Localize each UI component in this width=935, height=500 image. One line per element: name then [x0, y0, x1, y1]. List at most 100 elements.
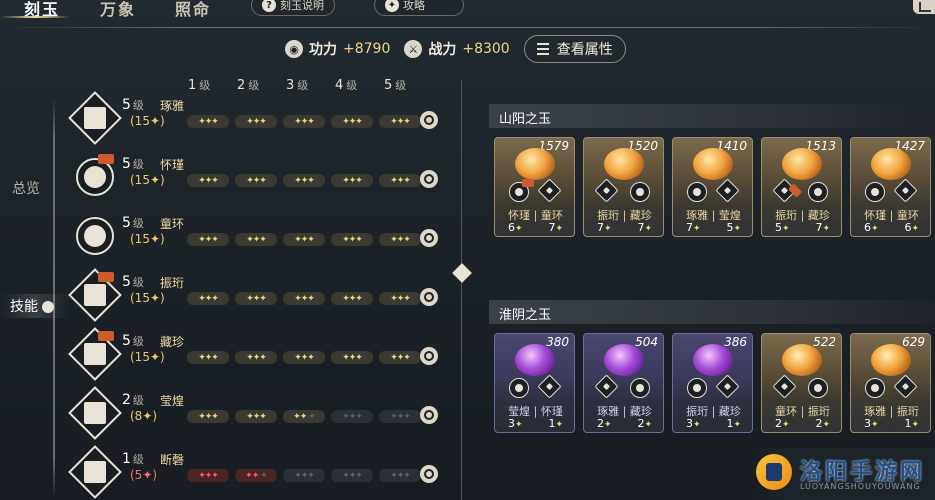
skill-mini-icon — [893, 178, 918, 203]
guide-button[interactable]: ✦ 攻略 — [374, 0, 464, 16]
star-group: ✦✦✦ — [331, 469, 373, 482]
skill-row[interactable]: 1级 断磬 (5✦) ✦✦✦ ✦✦ ✦ ✦✦✦ ✦✦✦ ✦✦✦ — [68, 445, 452, 499]
skill-icon[interactable] — [68, 445, 122, 499]
level-header: 4级 — [335, 78, 358, 93]
jade-value: 522 — [813, 335, 836, 349]
jade-card[interactable]: 380 莹煌 | 怀瑾 3✦ 1✦ — [494, 333, 575, 433]
jade-value: 386 — [724, 335, 747, 349]
skill-icon[interactable] — [76, 217, 114, 255]
skill-stars: ✦✦✦ ✦✦✦ ✦✦✦ ✦✦✦ ✦✦✦ — [187, 233, 421, 246]
tab-zhaoming[interactable]: 照命 — [175, 0, 211, 20]
magnifier-icon[interactable] — [420, 111, 438, 129]
skill-row[interactable]: 5级 振珩 (15✦) ✦✦✦ ✦✦✦ ✦✦✦ ✦✦✦ ✦✦✦ — [68, 268, 452, 322]
divider-handle[interactable] — [452, 263, 472, 283]
skill-mini-icon — [687, 182, 707, 202]
star-group: ✦✦✦ — [379, 351, 421, 364]
magnifier-icon[interactable] — [420, 170, 438, 188]
star-group: ✦✦✦ — [235, 115, 277, 128]
combat-label: 战力 — [428, 42, 457, 58]
guide-icon: ✦ — [385, 0, 399, 12]
star-group: ✦✦✦ — [379, 115, 421, 128]
skill-name: 琢雅 — [160, 99, 185, 113]
skill-mini-icon — [865, 182, 885, 202]
jade-skill-values: 3✦ 1✦ — [685, 417, 742, 430]
skill-mini-icon — [594, 178, 619, 203]
jade-card[interactable]: 1410 琢雅 | 莹煌 7✦ 5✦ — [672, 137, 753, 237]
magnifier-icon[interactable] — [420, 465, 438, 483]
skill-mini-icon — [537, 178, 562, 203]
jade-card[interactable]: 1427 怀瑾 | 童环 6✦ 6✦ — [850, 137, 931, 237]
star-group: ✦✦✦ — [283, 174, 325, 187]
skill-row[interactable]: 5级 琢雅 (15✦) ✦✦✦ ✦✦✦ ✦✦✦ ✦✦✦ ✦✦✦ — [68, 91, 452, 145]
magnifier-icon[interactable] — [420, 406, 438, 424]
skill-row[interactable]: 2级 莹煌 (8✦) ✦✦✦ ✦✦✦ ✦✦ ✦ ✦✦✦ ✦✦✦ — [68, 386, 452, 440]
skill-row[interactable]: 5级 童环 (15✦) ✦✦✦ ✦✦✦ ✦✦✦ ✦✦✦ ✦✦✦ — [72, 211, 452, 263]
tab-wanxiang[interactable]: 万象 — [100, 0, 136, 20]
jade-card[interactable]: 1513 振珩 | 藏珍 5✦ 7✦ — [761, 137, 842, 237]
jade-card[interactable]: 504 琢雅 | 藏珍 2✦ 2✦ — [583, 333, 664, 433]
skill-stars: ✦✦✦ ✦✦✦ ✦✦✦ ✦✦✦ ✦✦✦ — [187, 292, 421, 305]
star-group: ✦✦✦ — [283, 292, 325, 305]
level-headers: 1级 2级 3级 4级 5级 — [188, 77, 433, 93]
skill-level: 5级 — [122, 97, 144, 113]
magnifier-icon[interactable] — [420, 288, 438, 306]
star-group: ✦✦✦ — [283, 233, 325, 246]
jade-card[interactable]: 522 童环 | 振珩 2✦ 2✦ — [761, 333, 842, 433]
jade-card[interactable]: 1579 怀瑾 | 童环 6✦ 7✦ — [494, 137, 575, 237]
jade-card[interactable]: 386 振珩 | 藏珍 3✦ 1✦ — [672, 333, 753, 433]
jade-value: 504 — [635, 335, 658, 349]
star-group: ✦✦✦ — [235, 469, 277, 482]
star-group: ✦✦✦ — [379, 410, 421, 423]
skill-star-count: (15✦) — [130, 232, 165, 246]
jade-gem-icon — [515, 148, 555, 180]
jade-value: 629 — [902, 335, 925, 349]
skill-row[interactable]: 5级 藏珍 (15✦) ✦✦✦ ✦✦✦ ✦✦✦ ✦✦✦ ✦✦✦ — [68, 327, 452, 381]
side-nav-overview[interactable]: 总览 — [12, 178, 72, 198]
skill-mini-icon — [594, 374, 619, 399]
section-header-huaiyin: 淮阴之玉 — [489, 300, 935, 324]
skill-star-count: (15✦) — [130, 350, 165, 364]
jade-skill-values: 7✦ 7✦ — [596, 221, 653, 234]
jade-gem-icon — [604, 344, 644, 376]
power-icon: ◉ — [285, 40, 303, 58]
skill-name: 振珩 — [160, 276, 185, 290]
skill-mini-icon — [509, 378, 529, 398]
jade-gem-icon — [871, 344, 911, 376]
jade-gem-icon — [693, 148, 733, 180]
skill-mini-icon — [865, 378, 885, 398]
hot-badge-icon — [98, 331, 114, 341]
skill-level: 2级 — [122, 392, 144, 408]
jade-value: 380 — [546, 335, 569, 349]
skill-mini-icon — [537, 374, 562, 399]
view-attributes-button[interactable]: 查看属性 — [523, 35, 626, 63]
skill-mini-icon — [715, 374, 740, 399]
star-group: ✦✦✦ — [235, 410, 277, 423]
magnifier-icon[interactable] — [420, 229, 438, 247]
jade-gem-icon — [515, 344, 555, 376]
star-group: ✦✦✦ — [283, 351, 325, 364]
skill-icon[interactable] — [68, 91, 122, 145]
star-group: ✦✦✦ — [379, 174, 421, 187]
star-group: ✦✦✦ — [283, 410, 325, 423]
skill-icon[interactable] — [68, 386, 122, 440]
jade-card[interactable]: 1520 振珩 | 藏珍 7✦ 7✦ — [583, 137, 664, 237]
level-header: 1级 — [188, 78, 211, 93]
magnifier-icon[interactable] — [420, 347, 438, 365]
star-group: ✦✦✦ — [187, 115, 229, 128]
jade-gem-icon — [604, 148, 644, 180]
exit-icon[interactable] — [913, 0, 935, 14]
help-button[interactable]: ? 刻玉说明 — [251, 0, 335, 16]
skill-name: 莹煌 — [160, 394, 185, 408]
watermark-logo — [756, 454, 792, 490]
hot-badge-icon — [98, 272, 114, 282]
power-label: 功力 — [309, 42, 337, 58]
level-header: 2级 — [237, 78, 260, 93]
skill-row[interactable]: 5级 怀瑾 (15✦) ✦✦✦ ✦✦✦ ✦✦✦ ✦✦✦ ✦✦✦ — [72, 152, 452, 204]
skill-name: 断磬 — [160, 453, 185, 467]
side-nav-skills[interactable]: 技能 — [0, 294, 70, 318]
level-header: 5级 — [384, 78, 407, 93]
active-tab-underline — [0, 16, 70, 18]
star-group: ✦✦✦ — [331, 292, 373, 305]
star-group: ✦✦✦ — [235, 174, 277, 187]
jade-card[interactable]: 629 琢雅 | 振珩 3✦ 1✦ — [850, 333, 931, 433]
